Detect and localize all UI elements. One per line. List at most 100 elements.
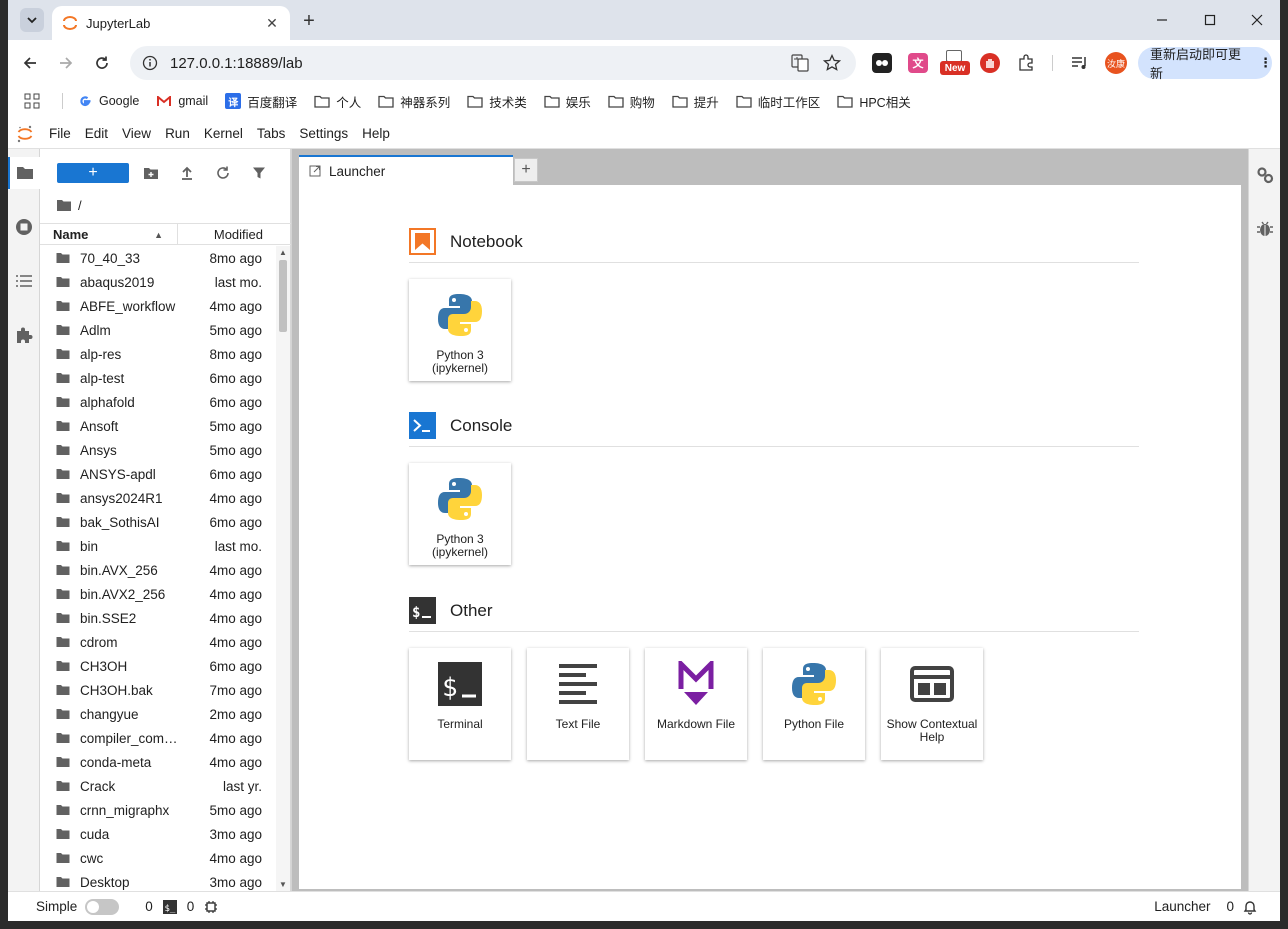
list-item[interactable]: bin.AVX2_256 4mo ago — [40, 582, 275, 606]
tab-launcher[interactable]: Launcher — [299, 155, 513, 185]
list-item[interactable]: alp-test 6mo ago — [40, 366, 275, 390]
list-item[interactable]: Crack last yr. — [40, 774, 275, 798]
list-item[interactable]: cwc 4mo ago — [40, 846, 275, 870]
sidebar-toc-tab[interactable] — [8, 265, 40, 297]
bookmark-folder-temp-workspace[interactable]: 临时工作区 — [736, 92, 820, 111]
list-item[interactable]: ansys2024R1 4mo ago — [40, 486, 275, 510]
apps-grid-button[interactable] — [24, 93, 40, 109]
list-item[interactable]: bak_SothisAI 6mo ago — [40, 510, 275, 534]
launcher-card-console-python3[interactable]: Python 3 (ipykernel) — [409, 463, 511, 565]
list-item[interactable]: bin last mo. — [40, 534, 275, 558]
list-item[interactable]: abaqus2019 last mo. — [40, 270, 275, 294]
list-item[interactable]: alphafold 6mo ago — [40, 390, 275, 414]
menu-settings[interactable]: Settings — [292, 126, 355, 141]
extension-translate-icon[interactable]: 文 — [908, 53, 928, 73]
profile-avatar[interactable]: 汝康 — [1105, 52, 1127, 74]
menu-kernel[interactable]: Kernel — [197, 126, 250, 141]
launcher-card-markdown-file[interactable]: Markdown File — [645, 648, 747, 760]
list-item[interactable]: CH3OH.bak 7mo ago — [40, 678, 275, 702]
list-item[interactable]: cuda 3mo ago — [40, 822, 275, 846]
browser-tab-jupyterlab[interactable]: JupyterLab ✕ — [52, 6, 290, 40]
launcher-card-notebook-python3[interactable]: Python 3 (ipykernel) — [409, 279, 511, 381]
extensions-puzzle-icon[interactable] — [1016, 53, 1036, 73]
bookmark-folder-tech[interactable]: 技术类 — [467, 92, 527, 111]
launcher-card-python-file[interactable]: Python File — [763, 648, 865, 760]
sidebar-file-browser-tab[interactable] — [8, 157, 40, 189]
home-folder-icon[interactable] — [56, 199, 72, 212]
list-item[interactable]: changyue 2mo ago — [40, 702, 275, 726]
menu-file[interactable]: File — [42, 126, 78, 141]
address-bar[interactable]: 127.0.0.1:18889/lab — [130, 46, 856, 80]
bookmark-folder-personal[interactable]: 个人 — [314, 92, 361, 111]
debugger-tab[interactable] — [1249, 213, 1280, 245]
simple-mode-toggle[interactable] — [85, 898, 120, 915]
kernels-status[interactable]: 0 — [187, 899, 219, 914]
file-list-scrollbar[interactable]: ▲ ▼ — [276, 246, 290, 891]
list-item[interactable]: Ansys 5mo ago — [40, 438, 275, 462]
bookmark-folder-shopping[interactable]: 购物 — [608, 92, 655, 111]
menu-tabs[interactable]: Tabs — [250, 126, 293, 141]
property-inspector-tab[interactable] — [1249, 159, 1280, 191]
add-tab-button[interactable]: + — [514, 158, 538, 182]
bookmark-folder-entertainment[interactable]: 娱乐 — [544, 92, 591, 111]
menu-run[interactable]: Run — [158, 126, 197, 141]
new-folder-button[interactable] — [140, 163, 162, 183]
notification-bell-icon[interactable] — [1242, 899, 1258, 915]
bookmark-google[interactable]: Google — [77, 93, 139, 109]
list-item[interactable]: CH3OH 6mo ago — [40, 654, 275, 678]
media-control-icon[interactable] — [1070, 53, 1090, 73]
upload-button[interactable] — [176, 163, 198, 183]
scroll-down-icon[interactable]: ▼ — [279, 880, 287, 889]
sidebar-extensions-tab[interactable] — [8, 319, 40, 351]
menu-view[interactable]: View — [115, 126, 158, 141]
close-window-button[interactable] — [1245, 8, 1269, 32]
tab-search-button[interactable] — [20, 8, 44, 32]
list-item[interactable]: bin.SSE2 4mo ago — [40, 606, 275, 630]
extension-adblock-icon[interactable] — [980, 53, 1000, 73]
new-launcher-button[interactable]: + — [57, 163, 129, 183]
launcher-card-text-file[interactable]: Text File — [527, 648, 629, 760]
breadcrumb-path[interactable]: / — [78, 198, 82, 213]
bookmark-folder-improve[interactable]: 提升 — [672, 92, 719, 111]
list-item[interactable]: Desktop 3mo ago — [40, 870, 275, 891]
reload-button[interactable] — [90, 51, 114, 75]
refresh-button[interactable] — [212, 163, 234, 183]
list-item[interactable]: bin.AVX_256 4mo ago — [40, 558, 275, 582]
extension-new-icon[interactable]: New — [940, 50, 972, 76]
list-item[interactable]: Ansoft 5mo ago — [40, 414, 275, 438]
list-item[interactable]: alp-res 8mo ago — [40, 342, 275, 366]
list-item[interactable]: 70_40_33 8mo ago — [40, 246, 275, 270]
minimize-button[interactable] — [1150, 8, 1174, 32]
menu-edit[interactable]: Edit — [78, 126, 115, 141]
list-item[interactable]: ABFE_workflow 4mo ago — [40, 294, 275, 318]
launcher-card-terminal[interactable]: $ Terminal — [409, 648, 511, 760]
back-button[interactable] — [18, 51, 42, 75]
filter-button[interactable] — [248, 163, 270, 183]
list-item[interactable]: cdrom 4mo ago — [40, 630, 275, 654]
list-item[interactable]: crnn_migraphx 5mo ago — [40, 798, 275, 822]
close-tab-icon[interactable]: ✕ — [264, 15, 280, 31]
list-item[interactable]: conda-meta 4mo ago — [40, 750, 275, 774]
column-header-modified[interactable]: Modified — [178, 227, 291, 242]
new-tab-button[interactable]: + — [298, 10, 320, 32]
terminals-status[interactable]: 0 $_ — [145, 899, 177, 914]
maximize-button[interactable] — [1198, 8, 1222, 32]
relaunch-update-button[interactable]: 重新启动即可更新 ⋮ — [1138, 47, 1272, 81]
launcher-card-contextual-help[interactable]: Show Contextual Help — [881, 648, 983, 760]
bookmark-star-icon[interactable] — [822, 53, 842, 73]
bookmark-gmail[interactable]: gmail — [156, 93, 208, 109]
list-item[interactable]: compiler_compat 4mo ago — [40, 726, 275, 750]
translate-page-icon[interactable] — [790, 53, 810, 73]
list-item[interactable]: ANSYS-apdl 6mo ago — [40, 462, 275, 486]
bookmark-folder-hpc[interactable]: HPC相关 — [837, 92, 911, 111]
extension-tampermonkey-icon[interactable] — [872, 53, 892, 73]
column-header-name[interactable]: Name ▲ — [40, 224, 178, 244]
scroll-up-icon[interactable]: ▲ — [279, 248, 287, 257]
bookmark-baidu-translate[interactable]: 译 百度翻译 — [225, 92, 297, 111]
sidebar-running-tab[interactable] — [8, 211, 40, 243]
list-item[interactable]: Adlm 5mo ago — [40, 318, 275, 342]
forward-button[interactable] — [54, 51, 78, 75]
scrollbar-thumb[interactable] — [279, 260, 287, 332]
site-info-icon[interactable] — [142, 55, 158, 71]
menu-help[interactable]: Help — [355, 126, 397, 141]
